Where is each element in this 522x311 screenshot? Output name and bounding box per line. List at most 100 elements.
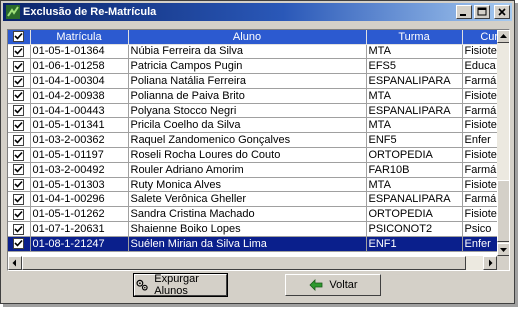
- table-row[interactable]: 01-03-2-00492 Rouler Adriano Amorim FAR10B…: [8, 162, 497, 178]
- matricula-cell[interactable]: 01-03-2-00492: [30, 162, 129, 178]
- column-header-curso[interactable]: Curso: [462, 30, 497, 45]
- turma-cell[interactable]: MTA: [366, 177, 463, 193]
- matricula-cell[interactable]: 01-04-1-00304: [30, 73, 129, 89]
- matricula-cell[interactable]: 01-04-2-00938: [30, 88, 129, 104]
- minimize-button[interactable]: [456, 5, 472, 19]
- table-row[interactable]: 01-05-1-01262 Sandra Cristina Machado ORTO…: [8, 206, 497, 223]
- row-checkbox[interactable]: [13, 90, 25, 102]
- turma-cell[interactable]: MTA: [366, 88, 463, 104]
- close-button[interactable]: [494, 5, 510, 19]
- matricula-cell[interactable]: 01-05-1-01303: [30, 177, 129, 193]
- curso-cell[interactable]: Educa: [462, 58, 497, 75]
- matricula-cell[interactable]: 01-05-1-01197: [30, 147, 129, 163]
- curso-cell[interactable]: Farmá: [462, 73, 497, 89]
- turma-cell[interactable]: ENF1: [366, 236, 463, 252]
- aluno-cell[interactable]: Roseli Rocha Loures do Couto: [128, 147, 367, 163]
- table-row[interactable]: 01-03-2-00362 Raquel Zandomenico Gonçalve…: [8, 132, 497, 149]
- matricula-cell[interactable]: 01-06-1-01258: [30, 58, 129, 75]
- table-row[interactable]: 01-06-1-01258 Patricia Campos Pugin EFS5 Ed…: [8, 58, 497, 75]
- select-all-checkbox[interactable]: [13, 31, 25, 43]
- column-header-aluno[interactable]: Aluno: [128, 30, 367, 45]
- row-checkbox[interactable]: [13, 223, 25, 235]
- curso-cell[interactable]: Farmá: [462, 162, 497, 178]
- aluno-cell[interactable]: Rouler Adriano Amorim: [128, 162, 367, 178]
- curso-cell[interactable]: Fisiote: [462, 177, 497, 193]
- maximize-button[interactable]: [474, 5, 490, 19]
- aluno-cell[interactable]: Shaienne Boiko Lopes: [128, 221, 367, 237]
- curso-cell[interactable]: Fisiote: [462, 147, 497, 163]
- row-checkbox[interactable]: [13, 164, 25, 176]
- row-checkbox-cell[interactable]: [8, 206, 31, 223]
- matricula-cell[interactable]: 01-08-1-21247: [30, 236, 129, 252]
- table-row[interactable]: 01-05-1-01197 Roseli Rocha Loures do Cout…: [8, 147, 497, 163]
- turma-cell[interactable]: MTA: [366, 117, 463, 134]
- scroll-up-button[interactable]: [497, 30, 509, 43]
- matricula-cell[interactable]: 01-07-1-20631: [30, 221, 129, 237]
- row-checkbox-cell[interactable]: [8, 221, 31, 237]
- curso-cell[interactable]: Fisiote: [462, 206, 497, 223]
- curso-cell[interactable]: Psico: [462, 221, 497, 237]
- row-checkbox[interactable]: [13, 179, 25, 191]
- turma-cell[interactable]: PSICONOT2: [366, 221, 463, 237]
- row-checkbox-cell[interactable]: [8, 191, 31, 208]
- aluno-cell[interactable]: Polianna de Paiva Brito: [128, 88, 367, 104]
- turma-cell[interactable]: ORTOPEDIA: [366, 147, 463, 163]
- curso-cell[interactable]: Fisiote: [462, 117, 497, 134]
- row-checkbox-cell[interactable]: [8, 44, 31, 60]
- select-all-header[interactable]: [8, 30, 31, 45]
- row-checkbox-cell[interactable]: [8, 103, 31, 119]
- table-row[interactable]: 01-05-1-01364 Núbia Ferreira da Silva MTA F…: [8, 44, 497, 60]
- curso-cell[interactable]: Fisiote: [462, 44, 497, 60]
- table-row[interactable]: 01-04-1-00443 Polyana Stocco Negri ESPANAL…: [8, 103, 497, 119]
- aluno-cell[interactable]: Suélen Mirian da Silva Lima: [128, 236, 367, 252]
- aluno-cell[interactable]: Raquel Zandomenico Gonçalves: [128, 132, 367, 149]
- turma-cell[interactable]: FAR10B: [366, 162, 463, 178]
- row-checkbox-cell[interactable]: [8, 177, 31, 193]
- row-checkbox[interactable]: [13, 134, 25, 146]
- row-checkbox-cell[interactable]: [8, 73, 31, 89]
- matricula-cell[interactable]: 01-05-1-01364: [30, 44, 129, 60]
- back-button[interactable]: Voltar: [285, 274, 381, 296]
- table-row[interactable]: 01-08-1-21247 Suélen Mirian da Silva Lima…: [8, 236, 497, 252]
- row-checkbox[interactable]: [13, 60, 25, 72]
- scroll-left-button[interactable]: [8, 256, 22, 270]
- scroll-right-button[interactable]: [483, 256, 497, 270]
- row-checkbox[interactable]: [13, 193, 25, 205]
- turma-cell[interactable]: MTA: [366, 44, 463, 60]
- row-checkbox[interactable]: [13, 119, 25, 131]
- horizontal-scrollbar[interactable]: [8, 256, 497, 270]
- aluno-cell[interactable]: Patricia Campos Pugin: [128, 58, 367, 75]
- vertical-scroll-thumb[interactable]: [497, 180, 509, 242]
- table-row[interactable]: 01-05-1-01303 Ruty Monica Alves MTA Fisiote: [8, 177, 497, 193]
- curso-cell[interactable]: Enfer: [462, 132, 497, 149]
- row-checkbox-cell[interactable]: [8, 88, 31, 104]
- curso-cell[interactable]: Farmá: [462, 103, 497, 119]
- row-checkbox-cell[interactable]: [8, 117, 31, 134]
- row-checkbox-cell[interactable]: [8, 132, 31, 149]
- row-checkbox-cell[interactable]: [8, 147, 31, 163]
- turma-cell[interactable]: ESPANALIPARA: [366, 103, 463, 119]
- row-checkbox[interactable]: [13, 105, 25, 117]
- matricula-cell[interactable]: 01-05-1-01262: [30, 206, 129, 223]
- curso-cell[interactable]: Farmá: [462, 191, 497, 208]
- aluno-cell[interactable]: Polyana Stocco Negri: [128, 103, 367, 119]
- column-header-turma[interactable]: Turma: [366, 30, 463, 45]
- scroll-down-button[interactable]: [497, 243, 509, 256]
- column-header-matricula[interactable]: Matrícula: [30, 30, 129, 45]
- turma-cell[interactable]: ENF5: [366, 132, 463, 149]
- row-checkbox-cell[interactable]: [8, 236, 31, 252]
- row-checkbox[interactable]: [13, 75, 25, 87]
- table-row[interactable]: 01-07-1-20631 Shaienne Boiko Lopes PSICONO…: [8, 221, 497, 237]
- row-checkbox-cell[interactable]: [8, 162, 31, 178]
- vertical-scrollbar[interactable]: [497, 30, 509, 256]
- aluno-cell[interactable]: Salete Verônica Gheller: [128, 191, 367, 208]
- matricula-cell[interactable]: 01-04-1-00296: [30, 191, 129, 208]
- row-checkbox[interactable]: [13, 208, 25, 220]
- aluno-cell[interactable]: Poliana Natália Ferreira: [128, 73, 367, 89]
- matricula-cell[interactable]: 01-05-1-01341: [30, 117, 129, 134]
- matricula-cell[interactable]: 01-04-1-00443: [30, 103, 129, 119]
- row-checkbox[interactable]: [13, 149, 25, 161]
- aluno-cell[interactable]: Ruty Monica Alves: [128, 177, 367, 193]
- purge-students-button[interactable]: Expurgar Alunos: [133, 273, 228, 297]
- matricula-cell[interactable]: 01-03-2-00362: [30, 132, 129, 149]
